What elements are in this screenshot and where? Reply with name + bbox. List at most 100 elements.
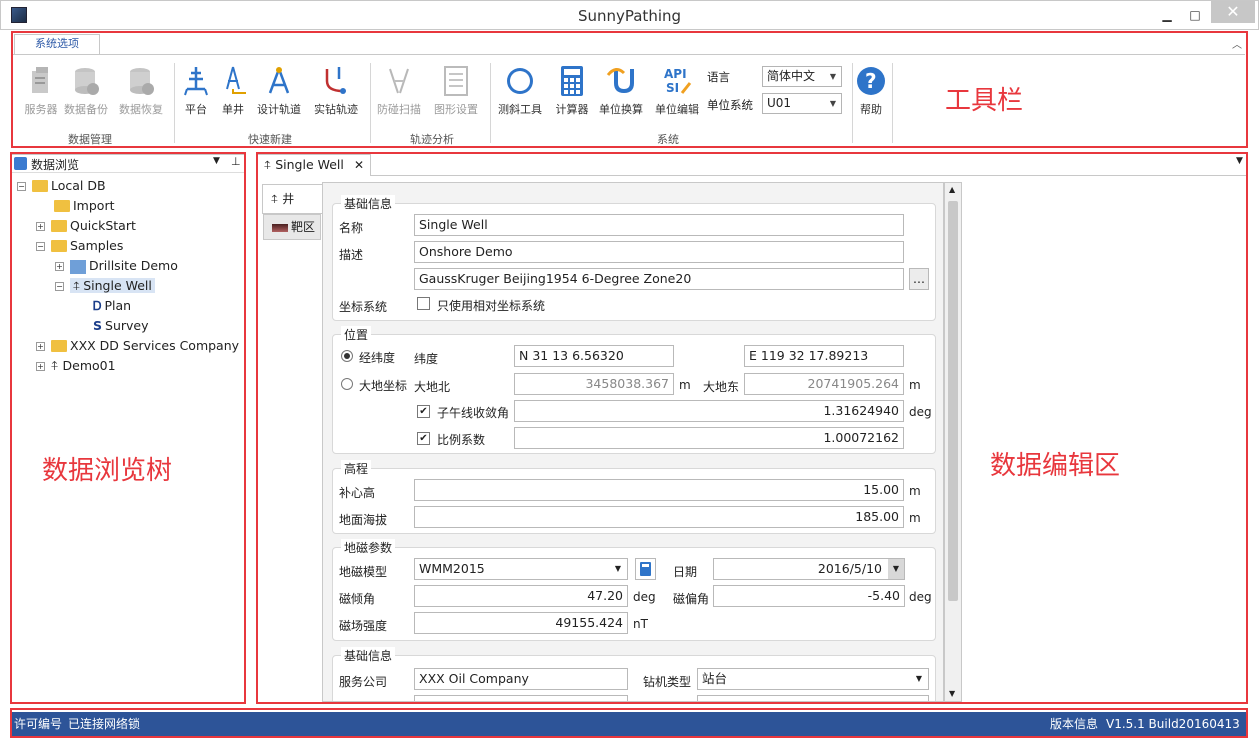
date-value: 2016/5/10: [817, 561, 882, 576]
date-field[interactable]: 2016/5/10 ▼: [713, 558, 905, 580]
tree-node-demo01[interactable]: + ⍏ Demo01: [36, 357, 116, 375]
unit-system-select[interactable]: U01 ▼: [762, 93, 842, 114]
minimize-button[interactable]: ▁: [1153, 5, 1181, 25]
pin-icon[interactable]: ⊥: [231, 155, 241, 168]
tree-annotation: 数据浏览树: [42, 456, 173, 486]
ground-field[interactable]: 185.00: [414, 506, 904, 528]
database-backup-icon: [69, 65, 103, 97]
status-bar: 许可编号 已连接网络锁 版本信息 V1.5.1 Build20160413: [10, 712, 1248, 736]
rig-type-label: 钻机类型: [643, 675, 692, 689]
anticollision-button[interactable]: 防碰扫描: [370, 65, 428, 117]
expand-icon[interactable]: +: [55, 262, 64, 271]
service-company-field[interactable]: XXX Oil Company: [414, 668, 628, 690]
tree-node-single-well[interactable]: − ⍏ Single Well: [55, 277, 155, 295]
graphics-settings-label: 图形设置: [434, 103, 478, 116]
tree-node-label: Plan: [104, 298, 132, 313]
northing-field[interactable]: 3458038.367: [514, 373, 674, 395]
mag-model-select[interactable]: WMM2015 ▼: [414, 558, 628, 580]
restore-label: 数据恢复: [119, 103, 163, 116]
panel-title: 数据浏览: [31, 158, 80, 172]
ground-label: 地面海拔: [339, 513, 388, 527]
expand-icon[interactable]: +: [36, 362, 45, 371]
expand-icon[interactable]: +: [36, 222, 45, 231]
scale-factor-checkbox[interactable]: ✔: [417, 432, 430, 445]
tab-system-options[interactable]: 系统选项: [14, 34, 100, 54]
tree-node-xxx-company[interactable]: + XXX DD Services Company: [36, 337, 239, 355]
maximize-button[interactable]: □: [1181, 5, 1209, 25]
mag-model-value: WMM2015: [419, 561, 485, 576]
data-browser-panel: 数据浏览 ▼ ⊥ − Local DB Import + QuickStart − S…: [10, 154, 246, 704]
field-strength-field[interactable]: 49155.424: [414, 612, 628, 634]
vertical-scrollbar[interactable]: ▲ ▼: [944, 182, 962, 702]
close-button[interactable]: ✕: [1211, 1, 1255, 23]
scroll-thumb[interactable]: [948, 201, 958, 601]
collapse-icon[interactable]: −: [55, 282, 64, 291]
tree-node-local-db[interactable]: − Local DB: [17, 177, 106, 195]
declination-field[interactable]: -5.40: [713, 585, 905, 607]
close-tab-icon[interactable]: ✕: [354, 155, 364, 175]
restore-button[interactable]: 数据恢复: [112, 65, 170, 117]
dip-label: 磁倾角: [339, 592, 376, 606]
rig-type-value: 站台: [702, 671, 728, 686]
latlon-radio[interactable]: [341, 350, 353, 362]
convergence-field[interactable]: 1.31624940: [514, 400, 904, 422]
scroll-down-icon[interactable]: ▼: [949, 689, 955, 698]
tab-list-dropdown-icon[interactable]: ▼: [1236, 156, 1243, 166]
longitude-field[interactable]: E 119 32 17.89213: [744, 345, 904, 367]
unit-convert-button[interactable]: 单位换算: [592, 65, 650, 117]
partial-field[interactable]: [414, 695, 628, 701]
unit-edit-button[interactable]: API SI 单位编辑: [648, 65, 706, 117]
ribbon-collapse-icon[interactable]: ︿: [1232, 36, 1242, 51]
scale-factor-field[interactable]: 1.00072162: [514, 427, 904, 449]
kb-field[interactable]: 15.00: [414, 479, 904, 501]
group-data-label: 数据管理: [68, 133, 112, 146]
rig-type-select[interactable]: 站台 ▼: [697, 668, 929, 690]
mag-model-label: 地磁模型: [339, 565, 388, 579]
description-field[interactable]: Onshore Demo: [414, 241, 904, 263]
collapse-icon[interactable]: −: [17, 182, 26, 191]
design-trajectory-button[interactable]: 设计轨道: [250, 65, 308, 117]
collapse-icon[interactable]: −: [36, 242, 45, 251]
tab-target[interactable]: 靶区: [263, 214, 321, 240]
editor-annotation: 数据编辑区: [990, 451, 1121, 481]
backup-button[interactable]: 数据备份: [57, 65, 115, 117]
survey-tool-button[interactable]: 测斜工具: [491, 65, 549, 117]
panel-dropdown-icon[interactable]: ▼: [213, 156, 220, 166]
relative-crs-checkbox[interactable]: [417, 297, 430, 310]
language-select[interactable]: 简体中文 ▼: [762, 66, 842, 87]
tab-well[interactable]: ⍏ 井: [262, 184, 322, 214]
dip-field[interactable]: 47.20: [414, 585, 628, 607]
graphics-settings-button[interactable]: 图形设置: [427, 65, 485, 117]
scale-factor-label: 比例系数: [437, 433, 486, 447]
tree-node-import[interactable]: Import: [54, 197, 115, 215]
crs-browse-button[interactable]: ...: [909, 268, 929, 290]
name-field[interactable]: Single Well: [414, 214, 904, 236]
tree-node-survey[interactable]: S Survey: [93, 317, 149, 335]
tree-node-samples[interactable]: − Samples: [36, 237, 123, 255]
latitude-field[interactable]: N 31 13 6.56320: [514, 345, 674, 367]
kb-label: 补心高: [339, 486, 376, 500]
tab-single-well[interactable]: ⍏ Single Well ✕: [257, 154, 371, 176]
tree-node-quickstart[interactable]: + QuickStart: [36, 217, 136, 235]
geodetic-radio[interactable]: [341, 378, 353, 390]
convergence-label: 子午线收敛角: [437, 406, 510, 420]
version-value: V1.5.1 Build20160413: [1106, 717, 1240, 731]
calendar-dropdown-icon[interactable]: ▼: [888, 559, 904, 579]
tree-node-plan[interactable]: Ꭰ Plan: [93, 297, 131, 315]
easting-field[interactable]: 20741905.264: [744, 373, 904, 395]
server-label: 服务器: [24, 103, 58, 116]
partial-field[interactable]: [697, 695, 929, 701]
drilled-trajectory-button[interactable]: 实钻轨迹: [307, 65, 365, 117]
calculator-icon[interactable]: [635, 558, 656, 580]
design-trajectory-label: 设计轨道: [257, 103, 301, 116]
calculator-icon: [555, 65, 589, 97]
tab-well-label: 井: [282, 192, 295, 206]
tree-node-drillsite-demo[interactable]: + Drillsite Demo: [55, 257, 178, 275]
crs-field[interactable]: GaussKruger Beijing1954 6-Degree Zone20: [414, 268, 904, 290]
convergence-checkbox[interactable]: ✔: [417, 405, 430, 418]
license-label: 许可编号: [14, 717, 63, 731]
title-bar: SunnyPathing ▁ □ ✕: [0, 0, 1259, 30]
date-label: 日期: [673, 565, 698, 579]
expand-icon[interactable]: +: [36, 342, 45, 351]
scroll-up-icon[interactable]: ▲: [949, 185, 955, 194]
